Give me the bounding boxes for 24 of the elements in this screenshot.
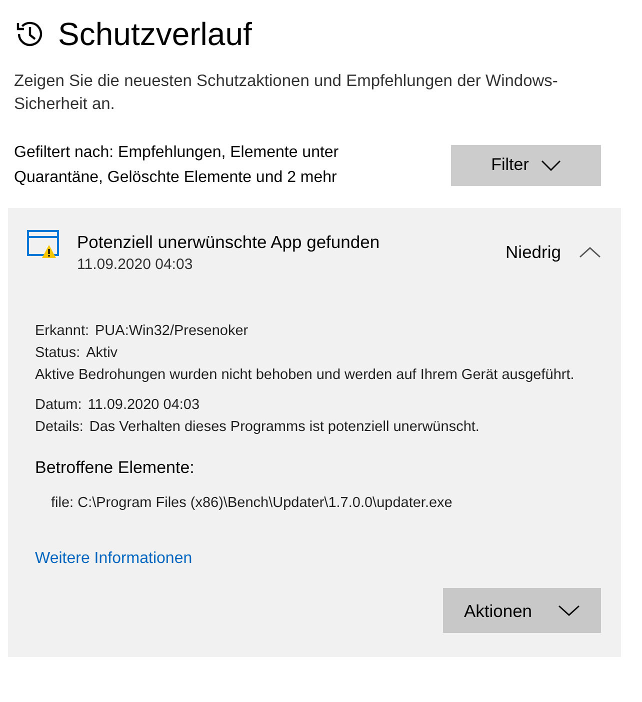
chevron-down-icon <box>540 160 561 170</box>
actions-button[interactable]: Aktionen <box>443 588 601 633</box>
field-value: 11.09.2020 04:03 <box>88 396 200 415</box>
threat-time: 11.09.2020 04:03 <box>77 255 194 275</box>
field-label: Status: <box>35 344 80 363</box>
filter-summary: Gefiltert nach: Empfehlungen, Elemente unter Quarantäne, Gelöschte Elemente und 2 mehr <box>14 143 340 188</box>
more-info-link[interactable]: Weitere Informationen <box>35 548 192 570</box>
page-title: Schutzverlauf <box>58 15 252 54</box>
app-warning-icon <box>27 230 61 260</box>
affected-heading: Betroffene Elemente: <box>35 457 196 479</box>
affected-file-path: file: C:\Program Files (x86)\Bench\Updater\1.7.0.0\updater.exe <box>50 494 454 513</box>
chevron-down-icon <box>558 605 580 616</box>
field-label: Details: <box>35 418 84 437</box>
page-description: Zeigen Sie die neuesten Schutzaktionen und Empfehlungen der Windows-Sicherheit an. <box>14 71 559 115</box>
chevron-up-icon[interactable] <box>579 246 601 258</box>
threat-title: Potenziell unerwünschte App gefunden <box>77 231 381 254</box>
filter-button[interactable]: Filter <box>451 144 601 186</box>
field-value: Das Verhalten dieses Programms ist potenziell unerwünscht. <box>89 418 480 437</box>
status-note: Aktive Bedrohungen wurden nicht behoben und werden auf Ihrem Gerät ausgeführt. <box>35 366 575 385</box>
field-label: Erkannt: <box>35 322 89 341</box>
severity-label: Niedrig <box>506 241 561 264</box>
field-label: Datum: <box>35 396 82 415</box>
field-value: Aktiv <box>86 344 118 363</box>
field-value: PUA:Win32/Presenoker <box>95 322 248 341</box>
